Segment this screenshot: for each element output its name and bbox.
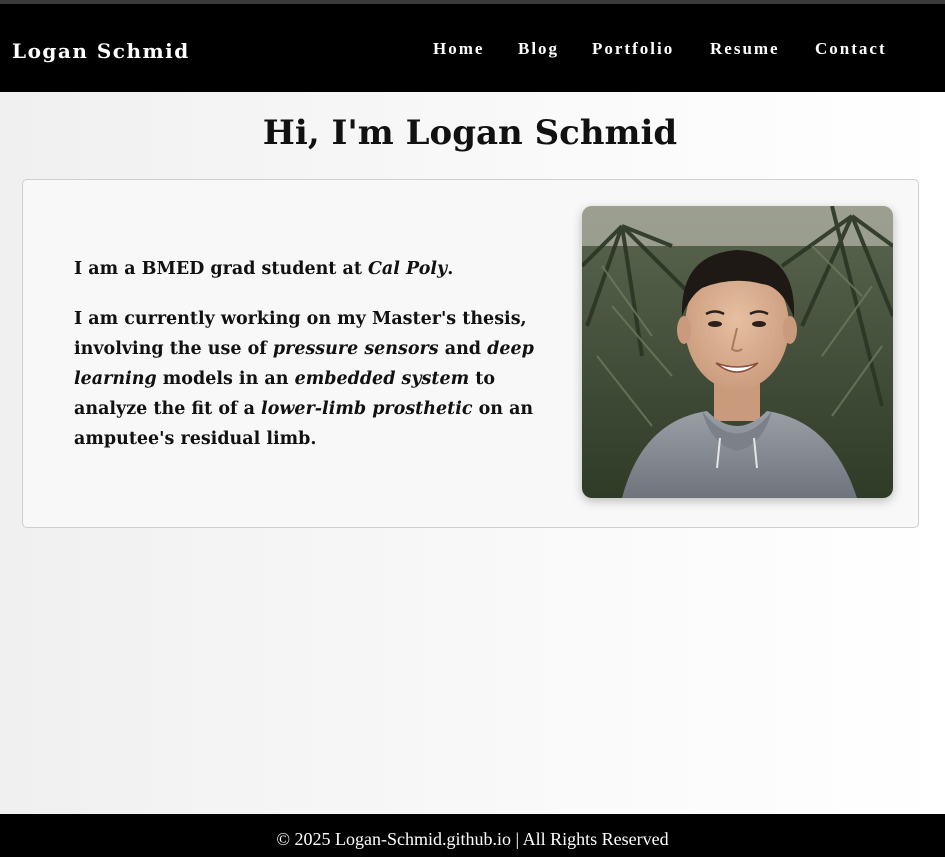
nav-link-resume[interactable]: Resume (710, 39, 780, 59)
bio-emphasis-lower-limb-prosthetic: lower-limb prosthetic (261, 399, 473, 419)
bio-text-segment: and (438, 339, 488, 359)
bio-text: I am a BMED grad student at Cal Poly. I … (74, 254, 564, 474)
bio-text-segment: . (447, 259, 454, 279)
intro-card: I am a BMED grad student at Cal Poly. I … (22, 179, 919, 528)
nav-link-home[interactable]: Home (433, 39, 484, 59)
footer-copyright: © 2025 Logan-Schmid.github.io | All Righ… (276, 829, 669, 849)
bio-emphasis-cal-poly: Cal Poly (368, 259, 448, 279)
nav-links: Home Blog Portfolio Resume Contact (0, 39, 945, 61)
navbar: Logan Schmid Home Blog Portfolio Resume … (0, 4, 945, 92)
nav-link-blog[interactable]: Blog (518, 39, 559, 59)
profile-photo (582, 206, 893, 498)
portrait-photo-icon (582, 206, 893, 498)
footer: © 2025 Logan-Schmid.github.io | All Righ… (0, 814, 945, 857)
page-title: Hi, I'm Logan Schmid (262, 113, 678, 153)
bio-paragraph-1: I am a BMED grad student at Cal Poly. (74, 254, 564, 284)
nav-link-portfolio[interactable]: Portfolio (592, 39, 674, 59)
bio-text-segment: models in an (156, 369, 295, 389)
bio-emphasis-embedded-system: embedded system (294, 369, 470, 389)
bio-text-segment: I am a BMED grad student at (74, 259, 368, 279)
nav-link-contact[interactable]: Contact (815, 39, 887, 59)
bio-emphasis-pressure-sensors: pressure sensors (272, 339, 439, 359)
bio-paragraph-2: I am currently working on my Master's th… (74, 304, 564, 454)
